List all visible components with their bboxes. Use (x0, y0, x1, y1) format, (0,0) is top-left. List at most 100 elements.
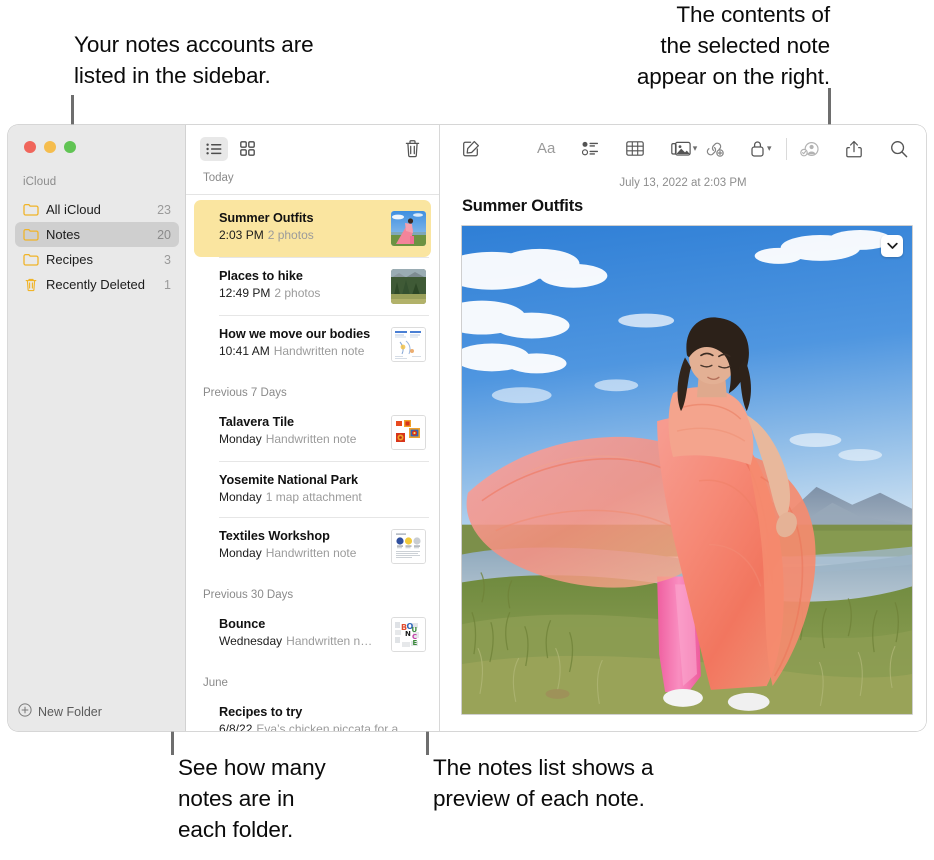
thumbnail-photo-forest (391, 269, 426, 304)
notes-group-header-today: Today (186, 172, 439, 195)
table-icon (626, 141, 645, 156)
note-list-item-places-to-hike[interactable]: Places to hike 12:49 PM 2 photos (194, 258, 431, 315)
note-snippet: 2 photos (274, 286, 321, 300)
sidebar-item-label: Notes (46, 227, 80, 242)
chevron-down-icon: ▾ (766, 143, 772, 153)
notes-scroll-area[interactable]: Summer Outfits 2:03 PM 2 photos Places t… (186, 195, 439, 731)
thumbnail-doc-handwritten-blue (392, 328, 425, 361)
sidebar-item-all-icloud[interactable]: All iCloud 23 (15, 197, 179, 222)
note-meta: 10:41 AM Handwritten note (219, 343, 383, 360)
window-controls (24, 141, 76, 153)
add-link-button[interactable] (701, 137, 727, 161)
notes-group-header-previous-30-days: Previous 30 Days (203, 589, 294, 601)
sidebar-item-recently-deleted[interactable]: Recently Deleted 1 (15, 272, 179, 297)
checklist-button[interactable] (578, 137, 604, 161)
note-title: Recipes to try (219, 705, 303, 719)
collaborate-icon (800, 141, 819, 156)
checklist-icon (582, 141, 599, 156)
note-date: Wednesday (219, 634, 283, 648)
share-button[interactable] (841, 137, 867, 161)
folder-note-count: 23 (157, 202, 171, 217)
collaborate-button[interactable] (797, 137, 823, 161)
format-text-icon: Aa (536, 140, 556, 157)
note-list-item-how-we-move-our-bodies[interactable]: How we move our bodies 10:41 AM Handwritt… (194, 316, 431, 373)
note-thumbnail (391, 415, 426, 450)
folder-note-count: 1 (164, 277, 171, 292)
note-list-item-recipes-to-try[interactable]: Recipes to try 6/8/22 Eva’s chicken picca… (194, 694, 431, 731)
chevron-down-icon (886, 242, 898, 249)
list-view-button[interactable] (200, 136, 228, 161)
minimize-window-button[interactable] (44, 141, 56, 153)
sidebar-item-label: Recently Deleted (46, 277, 145, 292)
sidebar-item-label: All iCloud (46, 202, 101, 217)
note-meta: Monday Handwritten note (219, 431, 383, 448)
note-list-item-textiles-workshop[interactable]: Textiles Workshop Monday Handwritten note (194, 518, 431, 575)
note-title: Bounce (219, 617, 266, 631)
notes-list-column: Today Summer Outfits 2:03 PM 2 photos Pl… (186, 125, 440, 731)
note-date: 12:49 PM (219, 286, 271, 300)
toolbar-divider (785, 137, 787, 160)
folder-icon (22, 251, 39, 268)
note-text-block: Yosemite National Park Monday 1 map attac… (219, 472, 426, 506)
callout-folder-counts: See how many notes are in each folder. (178, 755, 326, 842)
svg-text:N: N (405, 630, 411, 638)
note-detail-pane: Aa ▾ ▾ July 13, 2022 at 2:03 PM Summer O… (440, 125, 926, 731)
list-view-icon (206, 143, 222, 154)
note-list-item-summer-outfits[interactable]: Summer Outfits 2:03 PM 2 photos (194, 200, 431, 257)
note-date: 2:03 PM (219, 228, 264, 242)
compose-note-button[interactable] (458, 137, 484, 161)
close-window-button[interactable] (24, 141, 36, 153)
search-button[interactable] (886, 137, 912, 161)
media-button[interactable]: ▾ (667, 137, 701, 161)
folder-note-count: 20 (157, 227, 171, 242)
sidebar: iCloud All iCloud 23 Notes 20 Recipes 3 … (8, 125, 186, 731)
note-thumbnail (391, 529, 426, 564)
compose-icon (463, 140, 480, 156)
folder-list: All iCloud 23 Notes 20 Recipes 3 Recentl… (15, 197, 179, 297)
view-mode-switcher (200, 136, 261, 161)
sidebar-item-notes[interactable]: Notes 20 (15, 222, 179, 247)
note-text-block: How we move our bodies 10:41 AM Handwritt… (219, 326, 383, 360)
note-list-item-talavera-tile[interactable]: Talavera Tile Monday Handwritten note (194, 404, 431, 461)
table-button[interactable] (622, 137, 648, 161)
note-text-block: Recipes to try 6/8/22 Eva’s chicken picca… (219, 704, 426, 731)
notes-group-header-previous-7-days: Previous 7 Days (203, 387, 287, 399)
folder-note-count: 3 (164, 252, 171, 267)
note-meta: 6/8/22 Eva’s chicken piccata for a… (219, 721, 426, 731)
note-title: How we move our bodies (219, 327, 371, 341)
note-photo-attachment[interactable] (461, 225, 913, 715)
callout-note-contents: The contents of the selected note appear… (636, 2, 830, 89)
gallery-view-button[interactable] (233, 137, 261, 161)
note-date: 10:41 AM (219, 344, 270, 358)
notes-group-header-june: June (203, 677, 228, 689)
note-list-item-yosemite-national-park[interactable]: Yosemite National Park Monday 1 map attac… (194, 462, 431, 517)
note-thumbnail (391, 211, 426, 246)
note-toolbar: Aa ▾ ▾ (440, 125, 926, 172)
thumbnail-doc-bounce: B O U N C E (392, 618, 425, 651)
delete-note-button[interactable] (399, 137, 425, 161)
note-title-heading: Summer Outfits (462, 197, 583, 215)
format-text-button[interactable]: Aa (533, 137, 559, 161)
callout-note-preview: The notes list shows a preview of each n… (433, 755, 654, 811)
note-title: Talavera Tile (219, 415, 295, 429)
folder-icon (22, 226, 39, 243)
note-thumbnail: B O U N C E (391, 617, 426, 652)
folder-icon (22, 201, 39, 218)
svg-text:E: E (413, 639, 418, 647)
note-snippet: 1 map attachment (265, 490, 362, 504)
link-add-icon (706, 142, 724, 157)
thumbnail-doc-textiles (392, 530, 425, 563)
sidebar-item-recipes[interactable]: Recipes 3 (15, 247, 179, 272)
photo-options-button[interactable] (881, 235, 903, 257)
new-folder-button[interactable]: New Folder (18, 703, 102, 720)
note-snippet: Handwritten note (265, 546, 357, 560)
note-text-block: Places to hike 12:49 PM 2 photos (219, 268, 383, 302)
note-title: Textiles Workshop (219, 529, 330, 543)
lock-note-button[interactable]: ▾ (746, 137, 776, 161)
maximize-window-button[interactable] (64, 141, 76, 153)
note-snippet: 2 photos (267, 228, 314, 242)
note-date: Monday (219, 490, 262, 504)
note-title: Summer Outfits (219, 211, 314, 225)
trash-icon (22, 276, 39, 293)
note-list-item-bounce[interactable]: Bounce Wednesday Handwritten n… B O U N … (194, 606, 431, 663)
